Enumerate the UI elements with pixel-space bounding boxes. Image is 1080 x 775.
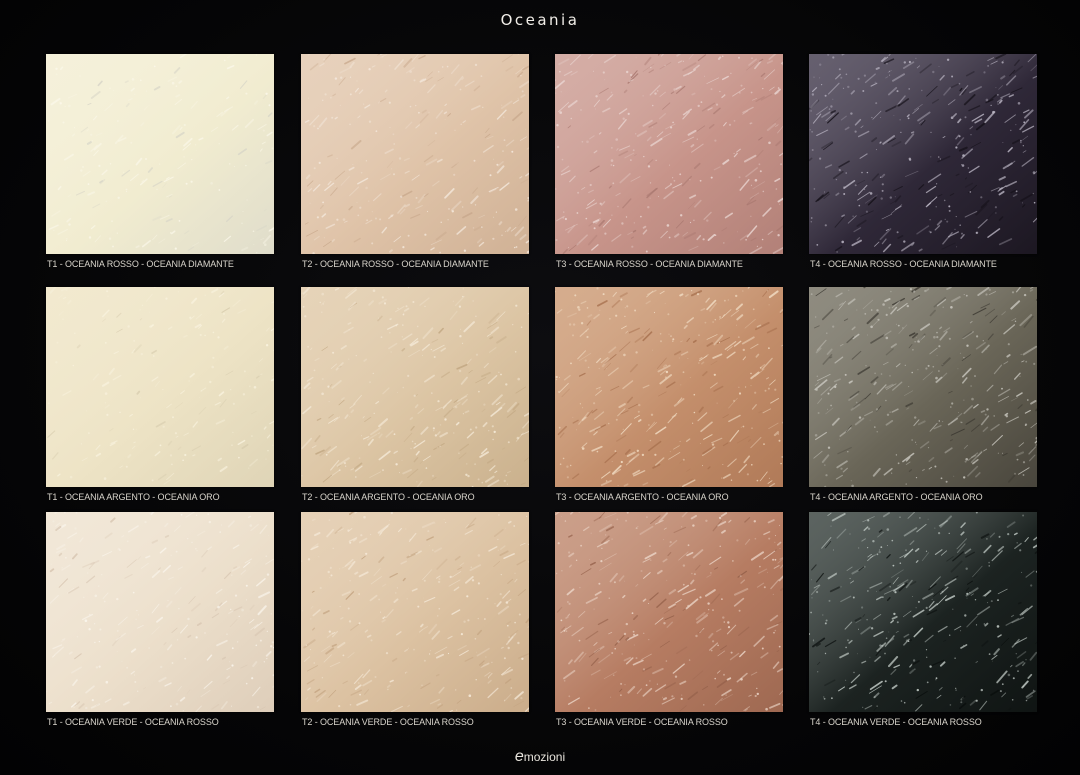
swatch-caption: T3 - OCEANIA ROSSO - OCEANIA DIAMANTE (556, 259, 743, 269)
texture-swatch (555, 287, 783, 487)
texture-swatch (809, 287, 1037, 487)
swatch-caption: T1 - OCEANIA VERDE - OCEANIA ROSSO (47, 717, 219, 727)
swatch-caption: T1 - OCEANIA ARGENTO - OCEANIA ORO (47, 492, 220, 502)
texture-image (301, 287, 529, 487)
texture-image (46, 54, 274, 254)
swatch-caption: T2 - OCEANIA ROSSO - OCEANIA DIAMANTE (302, 259, 489, 269)
texture-swatch (46, 287, 274, 487)
texture-image (809, 54, 1037, 254)
texture-image (46, 512, 274, 712)
texture-swatch (555, 512, 783, 712)
swatch-caption: T2 - OCEANIA VERDE - OCEANIA ROSSO (302, 717, 474, 727)
swatch-caption: T2 - OCEANIA ARGENTO - OCEANIA ORO (302, 492, 475, 502)
texture-swatch (46, 54, 274, 254)
texture-swatch (809, 512, 1037, 712)
texture-image (46, 287, 274, 487)
swatch-caption: T4 - OCEANIA VERDE - OCEANIA ROSSO (810, 717, 982, 727)
texture-image (555, 287, 783, 487)
texture-image (809, 287, 1037, 487)
texture-image (555, 512, 783, 712)
texture-swatch (46, 512, 274, 712)
swatch-caption: T3 - OCEANIA VERDE - OCEANIA ROSSO (556, 717, 728, 727)
brand-logo: emozioni (514, 748, 566, 765)
texture-swatch (809, 54, 1037, 254)
swatch-caption: T3 - OCEANIA ARGENTO - OCEANIA ORO (556, 492, 729, 502)
texture-swatch (301, 287, 529, 487)
texture-image (809, 512, 1037, 712)
swatch-caption: T4 - OCEANIA ROSSO - OCEANIA DIAMANTE (810, 259, 997, 269)
texture-swatch (555, 54, 783, 254)
page-title: Oceania (500, 11, 580, 29)
catalog-page: Oceania T1 - OCEANIA ROSSO - OCEANIA DIA… (0, 0, 1080, 775)
swatch-caption: T4 - OCEANIA ARGENTO - OCEANIA ORO (810, 492, 983, 502)
texture-swatch (301, 512, 529, 712)
texture-image (555, 54, 783, 254)
swatch-caption: T1 - OCEANIA ROSSO - OCEANIA DIAMANTE (47, 259, 234, 269)
texture-swatch (301, 54, 529, 254)
texture-image (301, 54, 529, 254)
texture-image (301, 512, 529, 712)
